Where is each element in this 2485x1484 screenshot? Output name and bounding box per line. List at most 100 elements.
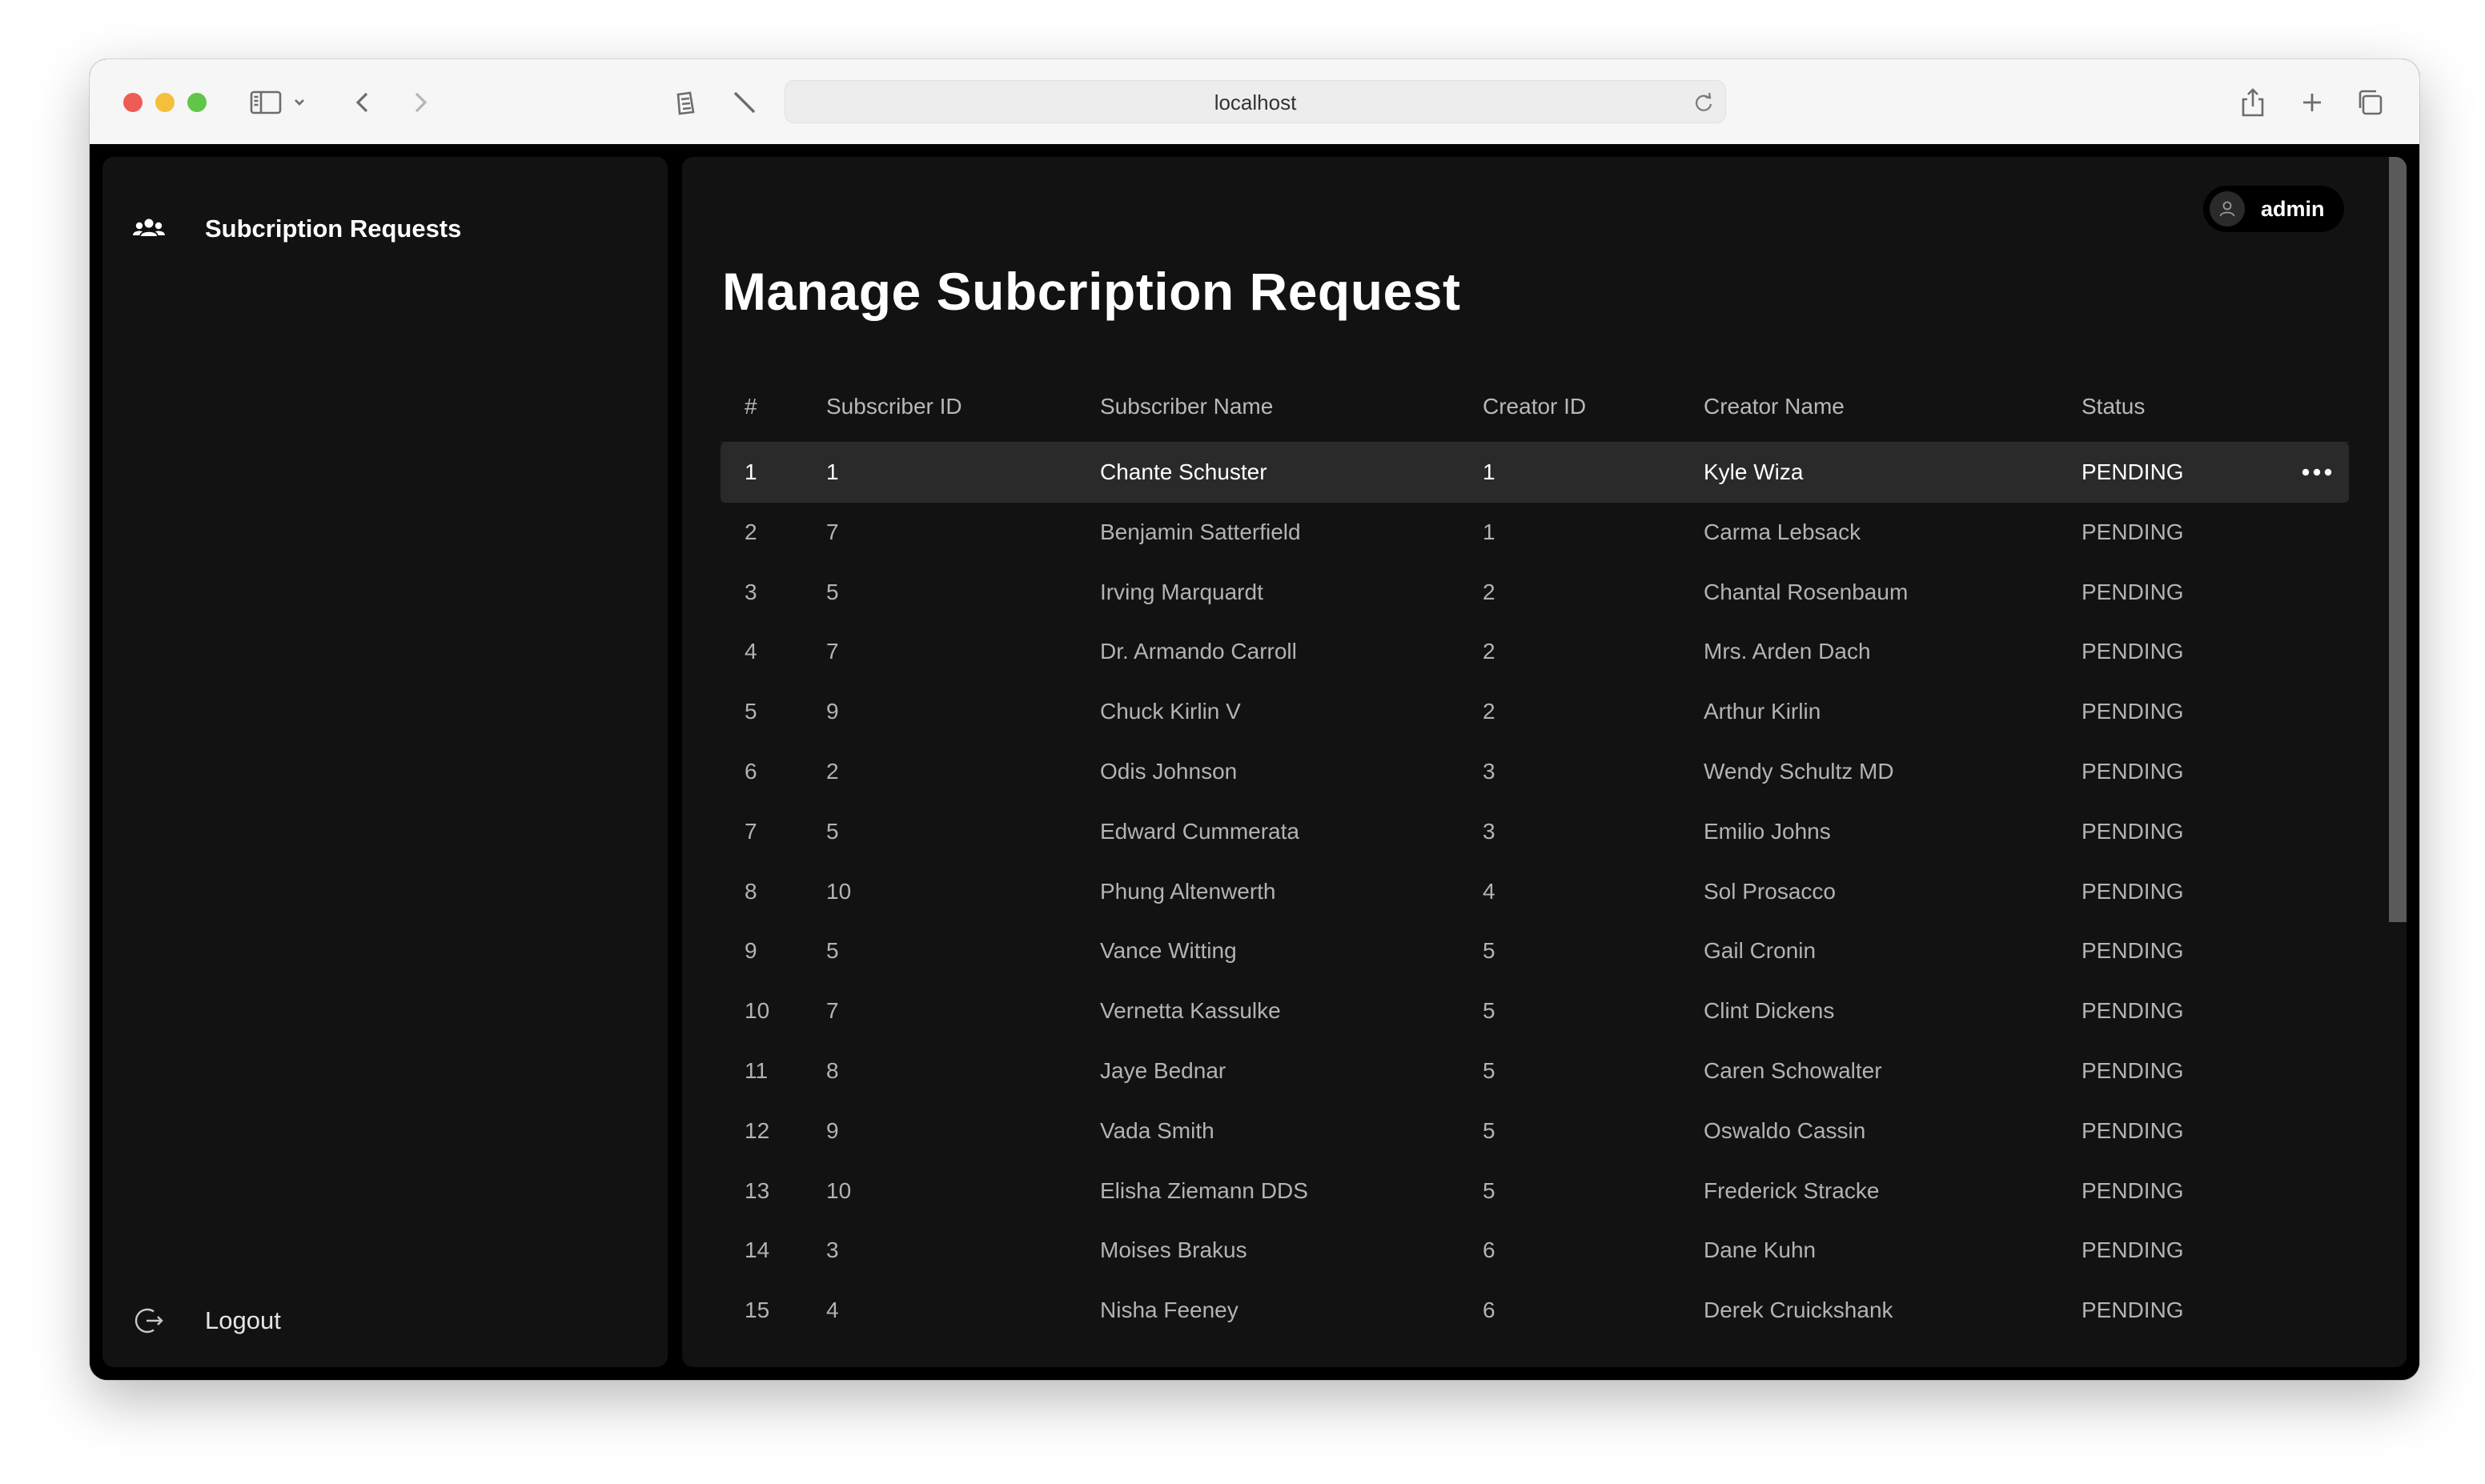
url-text: localhost [1214,90,1297,114]
creator-id: 3 [1483,818,1495,844]
row-number: 6 [745,758,757,784]
sidebar-item-label: Subcription Requests [205,215,462,243]
creator-name: Chantal Rosenbaum [1704,579,1909,604]
sidebar-item-subscription-requests[interactable]: Subcription Requests [128,205,461,253]
logout-button[interactable]: Logout [128,1297,281,1345]
forward-arrow-icon[interactable] [400,83,439,122]
sidebar-toggle-icon[interactable] [247,83,285,122]
row-number: 8 [745,878,757,904]
creator-name: Sol Prosacco [1704,878,1836,904]
table-row[interactable]: 8 10 Phung Altenwerth 4 Sol Prosacco PENDING [721,862,2349,922]
back-arrow-icon[interactable] [344,83,383,122]
sidebar: Subcription Requests Logout [102,157,668,1367]
column-header-creator-id: Creator ID [1483,394,1587,419]
minimize-window-button[interactable] [155,93,175,112]
column-header-creator-name: Creator Name [1704,394,1845,419]
user-name: admin [2261,196,2325,221]
status-text: PENDING [2082,878,2184,904]
creator-name: Carma Lebsack [1704,519,1861,544]
more-options-icon[interactable] [2299,457,2334,487]
table-row[interactable]: 11 8 Jaye Bednar 5 Caren Schowalter PENDING [721,1041,2349,1101]
share-icon[interactable] [2234,83,2272,122]
close-window-button[interactable] [123,93,143,112]
creator-name: Derek Cruickshank [1704,1297,1893,1323]
subscriber-id: 9 [826,1117,839,1143]
users-icon [128,208,170,250]
creator-id: 5 [1483,1057,1495,1083]
table-row[interactable]: 13 10 Elisha Ziemann DDS 5 Frederick Stracke… [721,1161,2349,1221]
row-number: 11 [745,1057,769,1083]
status-text: PENDING [2082,1057,2184,1083]
avatar-icon [2210,191,2245,227]
table-row[interactable]: 2 7 Benjamin Satterfield 1 Carma Lebsack PEND… [721,503,2349,563]
table-row[interactable]: 3 5 Irving Marquardt 2 Chantal Rosenbaum PEND… [721,563,2349,623]
table-row[interactable]: 1 1 Chante Schuster 1 Kyle Wiza PENDING [721,443,2349,503]
column-header-status: Status [2082,394,2146,419]
logout-icon [128,1300,170,1342]
subscriber-id: 5 [826,818,839,844]
subscriber-id: 7 [826,639,839,664]
creator-id: 4 [1483,878,1495,904]
subscriber-name: Irving Marquardt [1100,579,1263,604]
scrollbar-thumb[interactable] [2389,157,2407,922]
creator-name: Arthur Kirlin [1704,699,1821,724]
zoom-window-button[interactable] [187,93,207,112]
row-number: 10 [745,998,770,1024]
subscriber-name: Vada Smith [1100,1117,1214,1143]
subscriber-id: 10 [826,878,852,904]
table-body: 1 1 Chante Schuster 1 Kyle Wiza PENDING 2 7 Benj… [721,443,2349,1341]
subscriber-id: 5 [826,938,839,964]
creator-name: Emilio Johns [1704,818,1831,844]
subscriber-name: Odis Johnson [1100,758,1238,784]
creator-id: 6 [1483,1297,1495,1323]
row-number: 15 [745,1297,770,1323]
table-row[interactable]: 9 5 Vance Witting 5 Gail Cronin PENDING [721,921,2349,981]
page-title: Manage Subcription Request [722,262,1461,321]
chevron-down-icon[interactable] [288,83,311,122]
creator-id: 2 [1483,579,1495,604]
table-row[interactable]: 5 9 Chuck Kirlin V 2 Arthur Kirlin PENDING [721,682,2349,742]
subscriber-id: 10 [826,1177,852,1203]
table-row[interactable]: 7 5 Edward Cummerata 3 Emilio Johns PENDING [721,802,2349,862]
row-number: 5 [745,699,757,724]
creator-id: 3 [1483,758,1495,784]
subscriber-id: 1 [826,459,839,484]
status-text: PENDING [2082,699,2184,724]
column-header-number: # [745,394,757,419]
address-bar[interactable]: localhost [785,80,1726,123]
row-number: 1 [745,459,757,484]
creator-id: 5 [1483,1117,1495,1143]
new-tab-icon[interactable] [2293,83,2331,122]
status-text: PENDING [2082,998,2184,1024]
table-row[interactable]: 4 7 Dr. Armando Carroll 2 Mrs. Arden Dach PEN… [721,622,2349,682]
tab-overview-icon[interactable] [2351,83,2389,122]
status-text: PENDING [2082,639,2184,664]
table-header: # Subscriber ID Subscriber Name Creator … [721,371,2349,443]
subscriber-name: Vernetta Kassulke [1100,998,1281,1024]
status-text: PENDING [2082,758,2184,784]
subscriber-name: Nisha Feeney [1100,1297,1238,1323]
row-number: 13 [745,1177,770,1203]
column-header-subscriber-name: Subscriber Name [1100,394,1274,419]
table-row[interactable]: 15 4 Nisha Feeney 6 Derek Cruickshank PENDING [721,1281,2349,1341]
creator-id: 5 [1483,1177,1495,1203]
subscriber-name: Jaye Bednar [1100,1057,1226,1083]
row-number: 12 [745,1117,770,1143]
status-text: PENDING [2082,938,2184,964]
creator-id: 1 [1483,459,1495,484]
user-menu-button[interactable]: admin [2203,186,2344,232]
extension-pen-icon[interactable] [727,83,765,122]
scrollbar[interactable] [2386,157,2407,1367]
table-row[interactable]: 12 9 Vada Smith 5 Oswaldo Cassin PENDING [721,1101,2349,1161]
table-row[interactable]: 14 3 Moises Brakus 6 Dane Kuhn PENDING [721,1221,2349,1281]
subscriber-id: 8 [826,1057,839,1083]
creator-id: 2 [1483,639,1495,664]
table-row[interactable]: 10 7 Vernetta Kassulke 5 Clint Dickens PENDIN… [721,981,2349,1041]
subscriber-name: Chante Schuster [1100,459,1267,484]
table-row[interactable]: 6 2 Odis Johnson 3 Wendy Schultz MD PENDING [721,742,2349,802]
creator-id: 5 [1483,998,1495,1024]
browser-window: localhost Subcription Requests Logout ad… [90,59,2419,1380]
extension-clipboard-icon[interactable] [666,83,705,122]
reload-icon[interactable] [1692,90,1716,114]
subscription-requests-table: # Subscriber ID Subscriber Name Creator … [721,371,2349,1341]
